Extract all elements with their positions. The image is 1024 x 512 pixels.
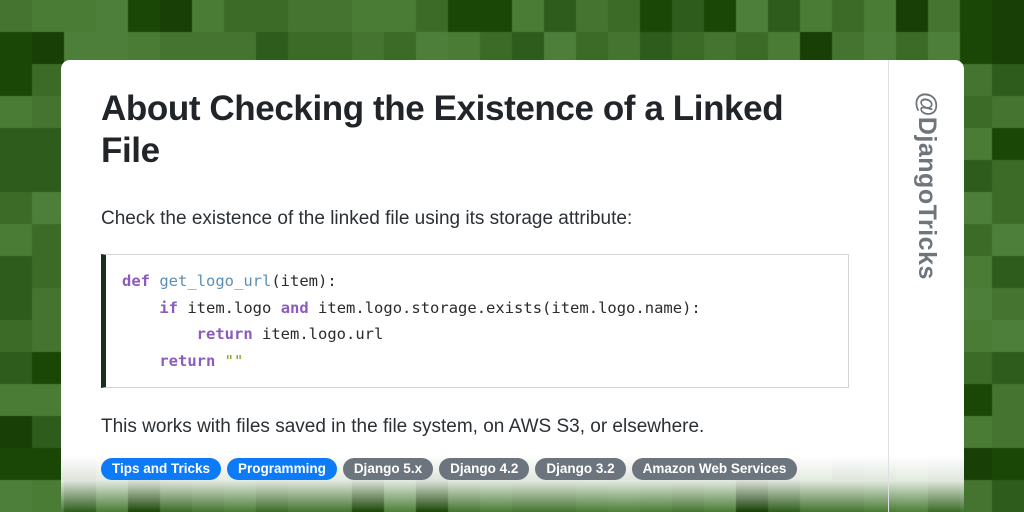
page-title: About Checking the Existence of a Linked… (101, 89, 784, 170)
card-handle-column: @DjangoTricks (889, 60, 964, 512)
tag-chip[interactable]: Django 5.x (342, 458, 434, 480)
card-inner: About Checking the Existence of a Linked… (61, 60, 964, 512)
tag-list: Tips and Tricks Programming Django 5.x Djan… (101, 458, 848, 480)
site-handle: @DjangoTricks (913, 92, 941, 280)
code-content: def get_logo_url(item): if item.logo and… (122, 272, 701, 370)
tag-chip[interactable]: Programming (227, 458, 337, 480)
article-card: About Checking the Existence of a Linked… (61, 60, 964, 512)
code-block: def get_logo_url(item): if item.logo and… (101, 254, 849, 388)
card-content-column: About Checking the Existence of a Linked… (61, 60, 888, 512)
intro-paragraph: Check the existence of the linked file u… (101, 208, 633, 229)
tag-chip[interactable]: Tips and Tricks (101, 458, 222, 480)
tag-chip[interactable]: Django 4.2 (439, 458, 530, 480)
outro-paragraph: This works with files saved in the file … (101, 416, 705, 437)
tag-chip[interactable]: Django 3.2 (535, 458, 626, 480)
tag-chip[interactable]: Amazon Web Services (631, 458, 798, 480)
